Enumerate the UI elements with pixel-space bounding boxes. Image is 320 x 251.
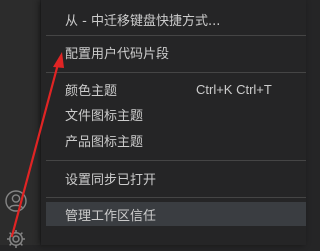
manage-context-menu: 从 - 中迁移键盘快捷方式... 配置用户代码片段 颜色主题 Ctrl+K Ct…	[41, 0, 306, 245]
menu-separator	[46, 197, 306, 198]
menu-item-shortcut: Ctrl+K Ctrl+T	[196, 81, 272, 97]
menu-item-label: 管理工作区信任	[65, 208, 157, 224]
menu-item-label: 配置用户代码片段	[65, 46, 170, 62]
menu-item-product-icon-theme[interactable]: 产品图标主题	[46, 128, 306, 152]
manage-gear-icon[interactable]	[4, 227, 28, 251]
menu-item-file-icon-theme[interactable]: 文件图标主题	[46, 102, 306, 126]
menu-item-migrate-keyboard-shortcuts[interactable]: 从 - 中迁移键盘快捷方式...	[46, 7, 306, 31]
account-icon[interactable]	[4, 189, 28, 213]
menu-item-label: 产品图标主题	[65, 134, 144, 150]
menu-item-label: 从 - 中迁移键盘快捷方式...	[65, 13, 221, 29]
menu-separator	[46, 72, 306, 73]
menu-item-label: 颜色主题	[65, 83, 118, 99]
menu-item-configure-user-snippets[interactable]: 配置用户代码片段	[46, 40, 306, 64]
activity-bar	[0, 0, 40, 248]
menu-item-color-theme[interactable]: 颜色主题 Ctrl+K Ctrl+T	[46, 77, 306, 101]
menu-item-label: 设置同步已打开	[65, 172, 157, 188]
menu-item-settings-sync[interactable]: 设置同步已打开	[46, 166, 306, 190]
menu-item-label: 文件图标主题	[65, 108, 144, 124]
menu-separator	[46, 35, 306, 36]
menu-separator	[46, 160, 306, 161]
menu-item-manage-workspace-trust[interactable]: 管理工作区信任	[46, 202, 306, 226]
